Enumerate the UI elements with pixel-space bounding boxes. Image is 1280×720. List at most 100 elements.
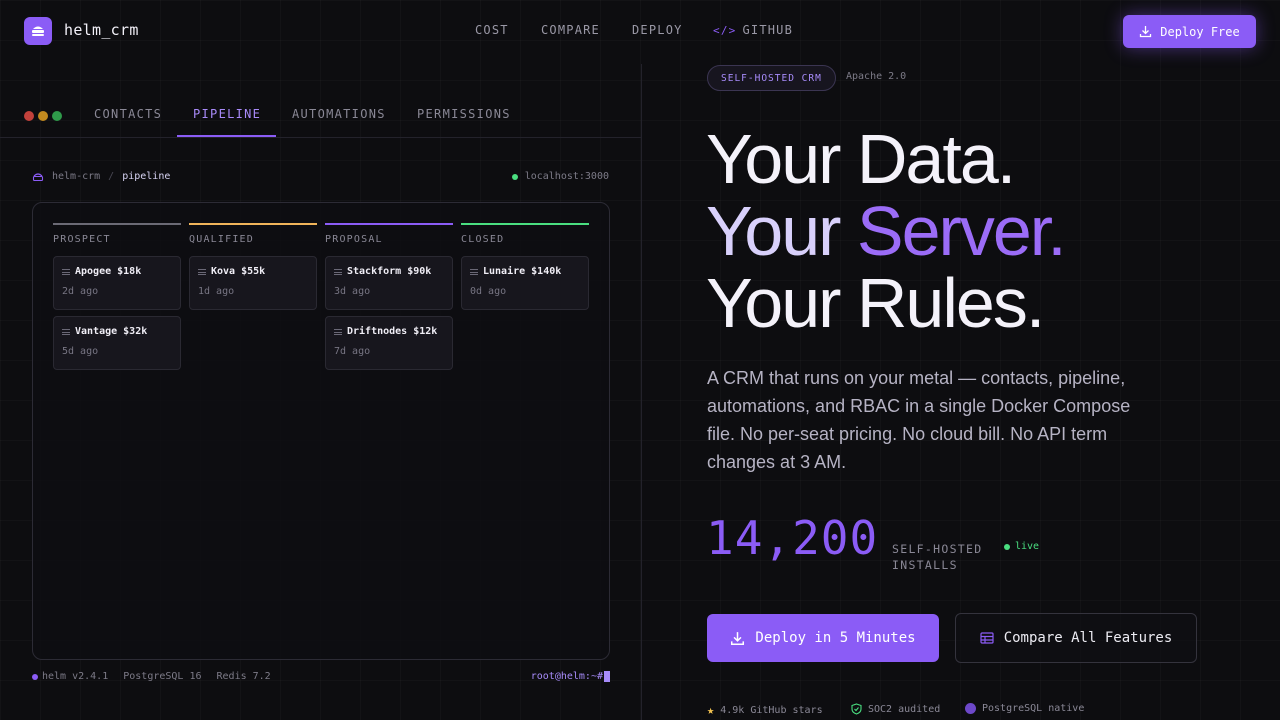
host-label: localhost:3000 <box>524 171 609 182</box>
version-status-dot <box>32 673 38 680</box>
deal-name: Apogee $18k <box>75 266 142 277</box>
brand-name[interactable]: helm_crm <box>64 21 139 39</box>
breadcrumb-current: pipeline <box>122 171 171 182</box>
column-prospect: PROSPECT Apogee $18k 2d ago Vantage $32k… <box>53 223 181 376</box>
deal-age: 3d ago <box>334 286 371 297</box>
deal-age: 5d ago <box>62 346 99 357</box>
download-icon <box>731 631 745 645</box>
deploy-free-label: Deploy Free <box>1160 24 1240 39</box>
code-icon: </> <box>713 23 737 37</box>
active-tab-indicator <box>177 135 276 137</box>
deal-name: Stackform $90k <box>347 266 432 277</box>
deal-card[interactable]: Lunaire $140k 0d ago <box>461 256 589 310</box>
app-tabbar: CONTACTS PIPELINE AUTOMATIONS PERMISSION… <box>0 92 641 138</box>
trust-soc2-label: SOC2 audited <box>868 703 941 715</box>
live-dot <box>1004 543 1010 550</box>
deploy-5-minutes-label: Deploy in 5 Minutes <box>755 630 916 646</box>
deploy-5-minutes-button[interactable]: Deploy in 5 Minutes <box>707 614 939 662</box>
column-title: CLOSED <box>461 234 505 245</box>
shield-icon <box>851 703 862 715</box>
deal-age: 7d ago <box>334 346 371 357</box>
headline-line-3: Your Rules. <box>706 264 1045 342</box>
column-proposal: PROPOSAL Stackform $90k 3d ago Driftnode… <box>325 223 453 376</box>
deal-icon <box>62 268 70 275</box>
deal-name: Lunaire $140k <box>483 266 562 277</box>
deal-name: Vantage $32k <box>75 326 148 337</box>
version-label: helm v2.4.1 <box>42 671 109 682</box>
live-label: live <box>1015 541 1040 552</box>
breadcrumb-root[interactable]: helm-crm <box>52 171 100 182</box>
headline-line-2-start: Your <box>706 192 857 270</box>
deal-card[interactable]: Driftnodes $12k 7d ago <box>325 316 453 370</box>
pipeline-board: PROSPECT Apogee $18k 2d ago Vantage $32k… <box>32 202 610 660</box>
terminal-prompt[interactable]: root@helm:~# <box>531 671 610 682</box>
nav-cost[interactable]: COST <box>475 23 509 37</box>
deal-card[interactable]: Apogee $18k 2d ago <box>53 256 181 310</box>
column-qualified: QUALIFIED Kova $55k 1d ago <box>189 223 317 316</box>
window-maximize-dot <box>52 111 62 121</box>
database-icon <box>965 703 976 714</box>
deal-name: Driftnodes $12k <box>347 326 438 337</box>
column-color-bar <box>189 223 317 225</box>
helm-logo-icon <box>32 26 44 36</box>
tab-contacts[interactable]: CONTACTS <box>94 107 162 121</box>
license-label: Apache 2.0 <box>846 71 907 82</box>
tab-pipeline[interactable]: PIPELINE <box>193 107 261 121</box>
compare-features-button[interactable]: Compare All Features <box>955 613 1197 663</box>
live-indicator: live <box>1004 541 1039 552</box>
deal-icon <box>334 328 342 335</box>
db-label: PostgreSQL 16 <box>123 671 202 682</box>
tab-permissions[interactable]: PERMISSIONS <box>417 107 511 121</box>
host-indicator: localhost:3000 <box>511 171 609 182</box>
deal-icon <box>470 268 478 275</box>
nav-compare[interactable]: COMPARE <box>541 23 600 37</box>
installs-label-line-1: SELF-HOSTED <box>892 542 983 556</box>
deal-name: Kova $55k <box>211 266 266 277</box>
product-badge: SELF-HOSTED CRM <box>707 65 836 91</box>
table-icon <box>980 632 994 644</box>
headline-line-2-highlight: Server. <box>856 192 1067 270</box>
installs-label: SELF-HOSTED INSTALLS <box>892 541 982 573</box>
column-color-bar <box>53 223 181 225</box>
deal-age: 0d ago <box>470 286 507 297</box>
hero-description: A CRM that runs on your metal — contacts… <box>707 368 1131 472</box>
download-icon <box>1140 26 1152 38</box>
logo[interactable] <box>24 17 52 45</box>
helm-icon <box>32 172 44 181</box>
headline-line-2: Your Server. <box>706 196 1067 266</box>
app-preview: CONTACTS PIPELINE AUTOMATIONS PERMISSION… <box>0 64 642 720</box>
tab-automations[interactable]: AUTOMATIONS <box>292 107 386 121</box>
trust-postgres-label: PostgreSQL native <box>982 703 1085 714</box>
terminal-cursor <box>604 671 610 682</box>
deploy-free-button[interactable]: Deploy Free <box>1123 15 1256 48</box>
column-color-bar <box>325 223 453 225</box>
nav-github-label: GITHUB <box>742 23 794 37</box>
status-bar: helm v2.4.1 PostgreSQL 16 Redis 7.2 root… <box>32 671 610 682</box>
trust-stars-label: 4.9k GitHub stars <box>720 704 823 716</box>
breadcrumb: helm-crm / pipeline <box>32 171 170 182</box>
installs-count: 14,200 <box>706 511 879 565</box>
window-close-dot <box>24 111 34 121</box>
column-title: QUALIFIED <box>189 234 254 245</box>
deal-age: 2d ago <box>62 286 99 297</box>
cache-label: Redis 7.2 <box>216 671 271 682</box>
trust-soc2: SOC2 audited <box>851 703 940 715</box>
column-closed: CLOSED Lunaire $140k 0d ago <box>461 223 589 316</box>
column-color-bar <box>461 223 589 225</box>
compare-features-label: Compare All Features <box>1003 630 1173 646</box>
prompt-text: root@helm:~# <box>530 671 603 682</box>
deal-age: 1d ago <box>198 286 235 297</box>
column-title: PROSPECT <box>53 234 111 245</box>
trust-stars: ★ 4.9k GitHub stars <box>707 703 823 717</box>
deal-card[interactable]: Vantage $32k 5d ago <box>53 316 181 370</box>
deal-card[interactable]: Stackform $90k 3d ago <box>325 256 453 310</box>
breadcrumb-separator: / <box>108 171 115 182</box>
top-nav: helm_crm COST COMPARE DEPLOY </> GITHUB … <box>0 0 1280 64</box>
column-title: PROPOSAL <box>325 234 383 245</box>
installs-label-line-2: INSTALLS <box>892 558 958 572</box>
deal-icon <box>198 268 206 275</box>
deal-card[interactable]: Kova $55k 1d ago <box>189 256 317 310</box>
deal-icon <box>334 268 342 275</box>
nav-github[interactable]: </> GITHUB <box>713 23 793 37</box>
nav-deploy[interactable]: DEPLOY <box>632 23 683 37</box>
